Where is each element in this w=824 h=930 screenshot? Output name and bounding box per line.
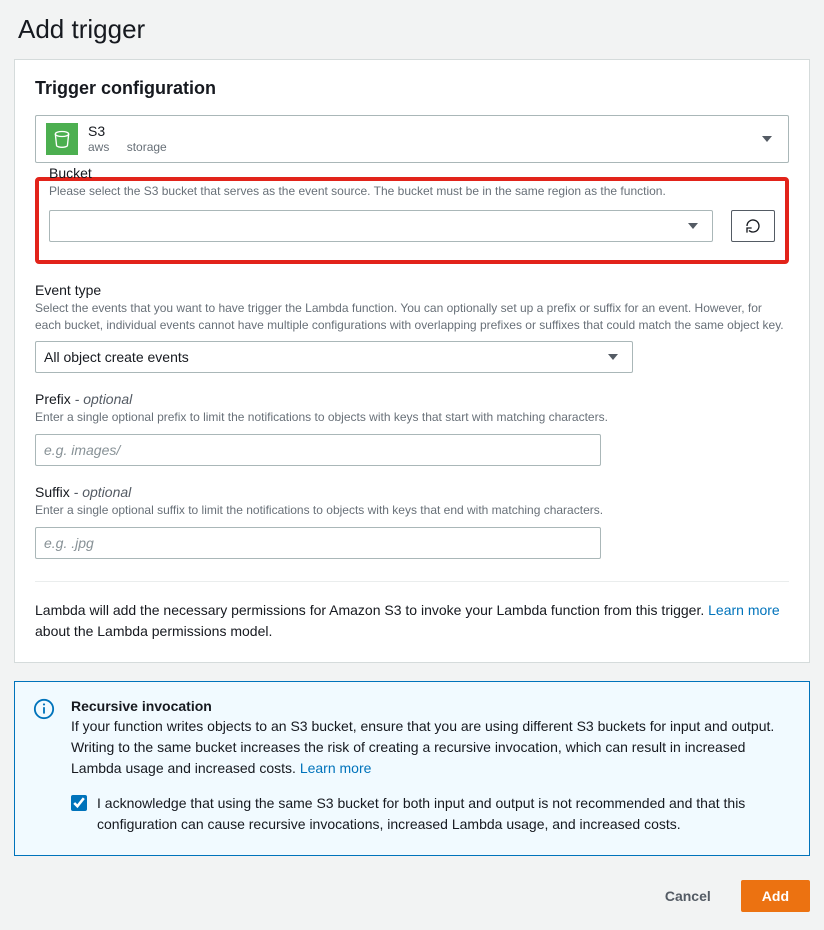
chevron-down-icon	[608, 354, 618, 360]
recursive-invocation-alert: Recursive invocation If your function wr…	[14, 681, 810, 856]
trigger-source-select[interactable]: S3 aws storage	[35, 115, 789, 163]
source-tag-storage: storage	[127, 140, 167, 154]
alert-title: Recursive invocation	[71, 698, 791, 714]
suffix-label: Suffix - optional	[35, 484, 789, 500]
event-type-label: Event type	[35, 282, 789, 298]
cancel-button[interactable]: Cancel	[645, 880, 731, 912]
permissions-text2: about the Lambda permissions model.	[35, 623, 272, 639]
permissions-text1: Lambda will add the necessary permission…	[35, 602, 708, 618]
source-tag-aws: aws	[88, 140, 109, 154]
suffix-input[interactable]	[35, 527, 601, 559]
prefix-optional: - optional	[71, 391, 132, 407]
bucket-select[interactable]	[49, 210, 713, 242]
source-name: S3	[88, 123, 756, 140]
bucket-highlight: Bucket Please select the S3 bucket that …	[35, 177, 789, 264]
prefix-label-text: Prefix	[35, 391, 71, 407]
page-title: Add trigger	[0, 0, 824, 59]
bucket-desc: Please select the S3 bucket that serves …	[49, 183, 775, 200]
alert-text: If your function writes objects to an S3…	[71, 718, 774, 776]
permissions-learn-more-link[interactable]: Learn more	[708, 602, 780, 618]
footer-actions: Cancel Add	[0, 870, 824, 930]
suffix-optional: - optional	[70, 484, 131, 500]
acknowledge-checkbox[interactable]	[71, 795, 87, 811]
alert-learn-more-link[interactable]: Learn more	[300, 760, 372, 776]
prefix-input[interactable]	[35, 434, 601, 466]
s3-bucket-icon	[46, 123, 78, 155]
panel-header: Trigger configuration	[15, 60, 809, 115]
event-type-desc: Select the events that you want to have …	[35, 300, 789, 334]
add-button[interactable]: Add	[741, 880, 810, 912]
refresh-button[interactable]	[731, 210, 775, 242]
info-icon	[33, 698, 63, 835]
acknowledge-text: I acknowledge that using the same S3 buc…	[97, 793, 791, 835]
permissions-note: Lambda will add the necessary permission…	[35, 600, 789, 642]
suffix-desc: Enter a single optional suffix to limit …	[35, 502, 789, 519]
bucket-label: Bucket	[49, 165, 775, 181]
chevron-down-icon	[688, 223, 698, 229]
trigger-config-panel: Trigger configuration S3 aws storage Buc…	[14, 59, 810, 663]
chevron-down-icon	[762, 136, 772, 142]
refresh-icon	[745, 218, 761, 234]
suffix-label-text: Suffix	[35, 484, 70, 500]
divider	[35, 581, 789, 582]
prefix-label: Prefix - optional	[35, 391, 789, 407]
event-type-select[interactable]: All object create events	[35, 341, 633, 373]
source-tags: aws storage	[88, 140, 756, 154]
prefix-desc: Enter a single optional prefix to limit …	[35, 409, 789, 426]
event-type-value: All object create events	[44, 349, 602, 365]
